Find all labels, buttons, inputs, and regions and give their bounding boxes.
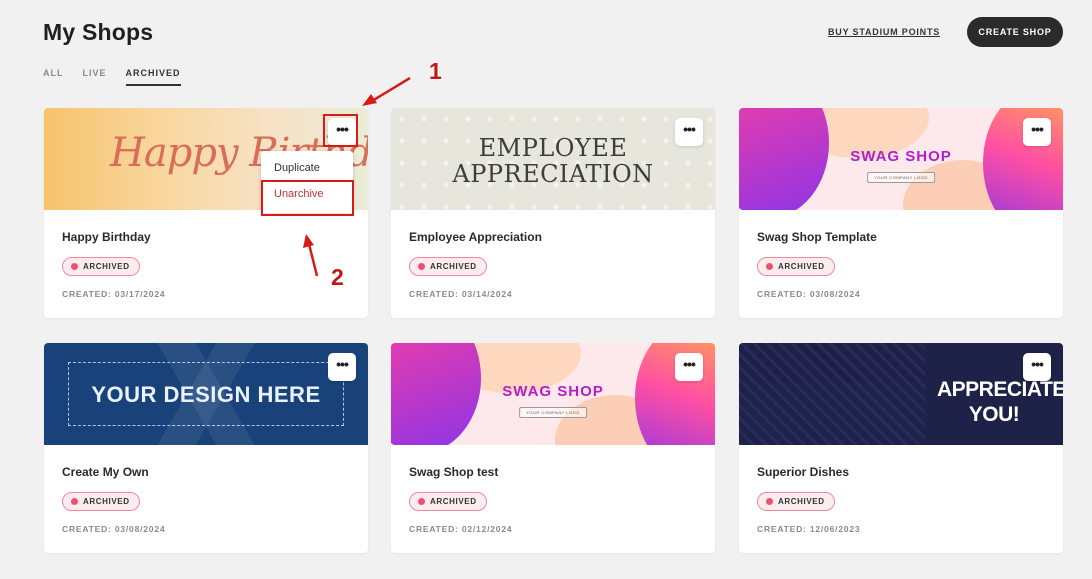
shop-card-superior-dishes[interactable]: APPRECIATE YOU! ••• Superior Dishes ARCHI… xyxy=(739,343,1063,553)
shop-name: Superior Dishes xyxy=(757,465,850,479)
created-date: CREATED: 12/06/2023 xyxy=(757,524,861,534)
status-dot-icon xyxy=(71,263,78,270)
banner-logo-placeholder: YOUR COMPANY LOGO xyxy=(519,407,587,418)
status-dot-icon xyxy=(418,498,425,505)
status-label: ARCHIVED xyxy=(83,497,130,506)
more-options-icon[interactable]: ••• xyxy=(1023,353,1051,381)
status-badge: ARCHIVED xyxy=(62,492,140,511)
created-date: CREATED: 03/17/2024 xyxy=(62,289,166,299)
status-label: ARCHIVED xyxy=(83,262,130,271)
shop-name: Create My Own xyxy=(62,465,149,479)
tab-all[interactable]: ALL xyxy=(43,68,64,86)
shop-card-create-my-own[interactable]: YOUR DESIGN HERE ••• Create My Own ARCHI… xyxy=(44,343,368,553)
shop-banner: YOUR DESIGN HERE xyxy=(44,343,368,445)
banner-logo-placeholder: YOUR COMPANY LOGO xyxy=(867,172,935,183)
page-title: My Shops xyxy=(43,19,154,45)
more-options-icon[interactable]: ••• xyxy=(675,353,703,381)
status-badge: ARCHIVED xyxy=(757,257,835,276)
status-badge: ARCHIVED xyxy=(62,257,140,276)
tab-archived[interactable]: ARCHIVED xyxy=(125,68,181,86)
status-label: ARCHIVED xyxy=(778,497,825,506)
banner-text: YOUR DESIGN HERE xyxy=(91,382,321,407)
create-shop-button[interactable]: CREATE SHOP xyxy=(967,17,1063,47)
more-options-icon[interactable]: ••• xyxy=(328,353,356,381)
created-date: CREATED: 03/08/2024 xyxy=(757,289,861,299)
status-badge: ARCHIVED xyxy=(409,492,487,511)
shop-banner: SWAG SHOP YOUR COMPANY LOGO xyxy=(391,343,715,445)
annotation-step-1: 1 xyxy=(429,58,442,84)
buy-stadium-points-link[interactable]: BUY STADIUM POINTS xyxy=(828,27,940,37)
status-dot-icon xyxy=(418,263,425,270)
shop-name: Swag Shop Template xyxy=(757,230,877,244)
banner-pattern xyxy=(739,343,925,445)
status-dot-icon xyxy=(766,263,773,270)
shop-card-swag-shop-test[interactable]: SWAG SHOP YOUR COMPANY LOGO ••• Swag Sho… xyxy=(391,343,715,553)
status-label: ARCHIVED xyxy=(430,497,477,506)
status-dot-icon xyxy=(766,498,773,505)
created-date: CREATED: 03/08/2024 xyxy=(62,524,166,534)
banner-text-line2: APPRECIATION xyxy=(452,160,654,188)
shop-card-swag-shop-template[interactable]: SWAG SHOP YOUR COMPANY LOGO ••• Swag Sho… xyxy=(739,108,1063,318)
shop-banner: SWAG SHOP YOUR COMPANY LOGO xyxy=(739,108,1063,210)
annotation-highlight-unarchive xyxy=(261,180,354,216)
status-label: ARCHIVED xyxy=(778,262,825,271)
banner-text-line1: EMPLOYEE xyxy=(478,134,628,162)
status-badge: ARCHIVED xyxy=(757,492,835,511)
annotation-highlight-more-button xyxy=(323,114,358,147)
shop-banner: EMPLOYEE APPRECIATION xyxy=(391,108,715,210)
more-options-icon[interactable]: ••• xyxy=(675,118,703,146)
arrow-annotation-icon xyxy=(362,76,411,106)
status-label: ARCHIVED xyxy=(430,262,477,271)
banner-text: SWAG SHOP xyxy=(850,148,952,165)
status-dot-icon xyxy=(71,498,78,505)
banner-text-line1: APPRECIATE xyxy=(937,378,1063,401)
banner-text: APPRECIATE YOU! xyxy=(937,377,1063,427)
shop-card-employee-appreciation[interactable]: EMPLOYEE APPRECIATION ••• Employee Appre… xyxy=(391,108,715,318)
created-date: CREATED: 03/14/2024 xyxy=(409,289,513,299)
banner-text: SWAG SHOP xyxy=(502,383,604,400)
shop-name: Employee Appreciation xyxy=(409,230,542,244)
annotation-step-2: 2 xyxy=(331,264,344,290)
filter-tabs: ALL LIVE ARCHIVED xyxy=(43,68,200,86)
tab-live[interactable]: LIVE xyxy=(83,68,107,86)
more-options-icon[interactable]: ••• xyxy=(1023,118,1051,146)
shop-name: Swag Shop test xyxy=(409,465,499,479)
banner-text-line2: YOU! xyxy=(968,403,1020,426)
created-date: CREATED: 02/12/2024 xyxy=(409,524,513,534)
shop-banner: APPRECIATE YOU! xyxy=(739,343,1063,445)
shop-name: Happy Birthday xyxy=(62,230,151,244)
status-badge: ARCHIVED xyxy=(409,257,487,276)
menu-item-duplicate[interactable]: Duplicate xyxy=(274,162,320,174)
